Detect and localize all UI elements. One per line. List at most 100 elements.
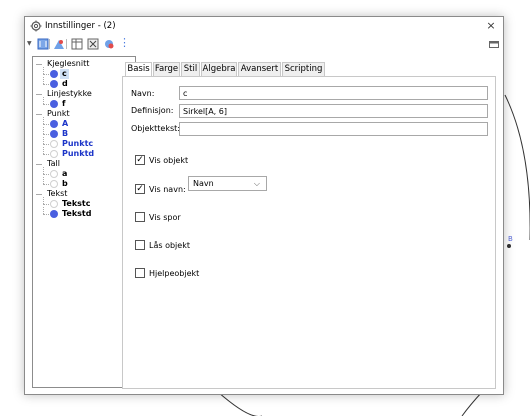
tree-item[interactable]: Tekstc (33, 197, 135, 209)
tree-item[interactable]: Punktd (33, 147, 135, 159)
toolbar: ▼ ⋮ (25, 36, 503, 52)
tree-item[interactable]: f (33, 97, 135, 109)
collapse-icon[interactable] (36, 194, 42, 195)
circle-arc-bottom-right (461, 391, 483, 416)
vis-navn-label: Vis navn: (149, 185, 186, 194)
tree-connector (43, 74, 49, 75)
tree-group[interactable]: Tekst (33, 189, 135, 199)
vis-objekt-label: Vis objekt (149, 156, 189, 165)
tab-algebra[interactable]: Algebra (201, 62, 237, 76)
collapse-icon[interactable] (36, 164, 42, 165)
tree-connector (43, 127, 44, 134)
tree-item-label: Punktc (62, 139, 94, 148)
tree-item-label: B (62, 129, 69, 138)
tree-connector (43, 104, 49, 105)
vis-spor-checkbox[interactable] (135, 212, 145, 222)
hjelpeobjekt-checkbox[interactable] (135, 268, 145, 278)
vis-objekt-checkbox[interactable]: ✓ (135, 155, 145, 165)
navn-input[interactable] (179, 86, 488, 100)
tab-avansert[interactable]: Avansert (238, 62, 281, 76)
settings-dialog: Innstillinger - (2) × ▼ ⋮ Kjeglesnitt c … (24, 16, 504, 395)
tree-group-label: Tall (47, 159, 60, 168)
graphics-view-icon[interactable] (37, 38, 49, 50)
visible-marker-icon[interactable] (50, 80, 58, 88)
canvas-point-label: B (508, 235, 513, 243)
tree-connector (43, 137, 44, 144)
tree-group-label: Tekst (47, 189, 68, 198)
menu-triangle-icon[interactable]: ▼ (27, 40, 35, 48)
vis-spor-label: Vis spor (149, 213, 181, 222)
hidden-marker-icon[interactable] (50, 180, 58, 188)
visible-marker-icon[interactable] (50, 210, 58, 218)
laas-objekt-checkbox[interactable] (135, 240, 145, 250)
probability-icon[interactable] (87, 38, 99, 50)
visible-marker-icon[interactable] (50, 100, 58, 108)
tree-connector (43, 144, 49, 145)
tree-connector (43, 167, 44, 174)
object-tree[interactable]: Kjeglesnitt c d Linjestykke f Punkt A B Punktc Pu… (32, 56, 136, 388)
visible-marker-icon[interactable] (50, 130, 58, 138)
more-dots-icon[interactable]: ⋮ (119, 37, 131, 49)
tree-item-label: f (62, 99, 66, 108)
tree-item-label: Tekstc (62, 199, 91, 208)
tree-connector (43, 154, 49, 155)
tree-connector (43, 204, 49, 205)
vis-navn-checkbox[interactable]: ✓ (135, 184, 145, 194)
hidden-marker-icon[interactable] (50, 140, 58, 148)
visible-marker-icon[interactable] (50, 70, 58, 78)
settings-gear-icon (30, 20, 42, 32)
tree-item[interactable]: A (33, 117, 135, 129)
algebra-icon[interactable] (53, 38, 65, 50)
tree-connector (43, 117, 44, 124)
laas-objekt-label: Lås objekt (149, 241, 190, 250)
tree-item[interactable]: d (33, 77, 135, 89)
dock-icon[interactable] (489, 40, 499, 48)
tree-group[interactable]: Kjeglesnitt (33, 59, 135, 69)
tree-item[interactable]: c (33, 67, 135, 79)
tree-item[interactable]: Punktc (33, 137, 135, 149)
collapse-icon[interactable] (36, 94, 42, 95)
tree-item[interactable]: b (33, 177, 135, 189)
basis-panel: Navn: Definisjon: Objekttekst: ✓ Vis obj… (122, 76, 496, 389)
table-icon[interactable] (71, 38, 83, 50)
tree-item[interactable]: Tekstd (33, 207, 135, 219)
tree-group[interactable]: Tall (33, 159, 135, 169)
tree-group-label: Kjeglesnitt (47, 59, 90, 68)
tab-basis[interactable]: Basis (125, 62, 152, 77)
visible-marker-icon[interactable] (50, 120, 58, 128)
circle-arc-bottom-left (217, 391, 262, 416)
tree-connector (43, 134, 49, 135)
navn-label: Navn: (131, 89, 155, 98)
tree-connector (43, 67, 44, 74)
tree-item[interactable]: B (33, 127, 135, 139)
definisjon-input[interactable] (179, 104, 488, 118)
tree-connector (43, 177, 44, 184)
canvas-point[interactable] (507, 244, 511, 248)
tree-item-label: Tekstd (62, 209, 92, 218)
tree-group[interactable]: Punkt (33, 109, 135, 119)
objekttekst-label: Objekttekst: (131, 124, 180, 133)
circle-arc-right (504, 94, 530, 240)
vis-navn-dropdown[interactable]: Navn ⌵ (188, 176, 267, 191)
tree-connector (43, 207, 44, 214)
hidden-marker-icon[interactable] (50, 200, 58, 208)
tree-connector (43, 124, 49, 125)
tab-scripting[interactable]: Scripting (282, 62, 325, 76)
tree-group[interactable]: Linjestykke (33, 89, 135, 99)
collapse-icon[interactable] (36, 64, 42, 65)
hidden-marker-icon[interactable] (50, 150, 58, 158)
spreadsheet-icon[interactable] (103, 38, 115, 50)
tree-connector (43, 147, 44, 154)
tree-connector (43, 77, 44, 84)
tree-item-label: Punktd (62, 149, 95, 158)
tab-farge[interactable]: Farge (153, 62, 180, 76)
tree-connector (43, 97, 44, 104)
title-bar[interactable]: Innstillinger - (2) × (25, 17, 503, 36)
hidden-marker-icon[interactable] (50, 170, 58, 178)
collapse-icon[interactable] (36, 114, 42, 115)
tree-group-label: Punkt (47, 109, 70, 118)
close-button[interactable]: × (483, 18, 499, 34)
tree-item[interactable]: a (33, 167, 135, 179)
tab-stil[interactable]: Stil (181, 62, 200, 76)
objekttekst-input[interactable] (179, 122, 488, 136)
